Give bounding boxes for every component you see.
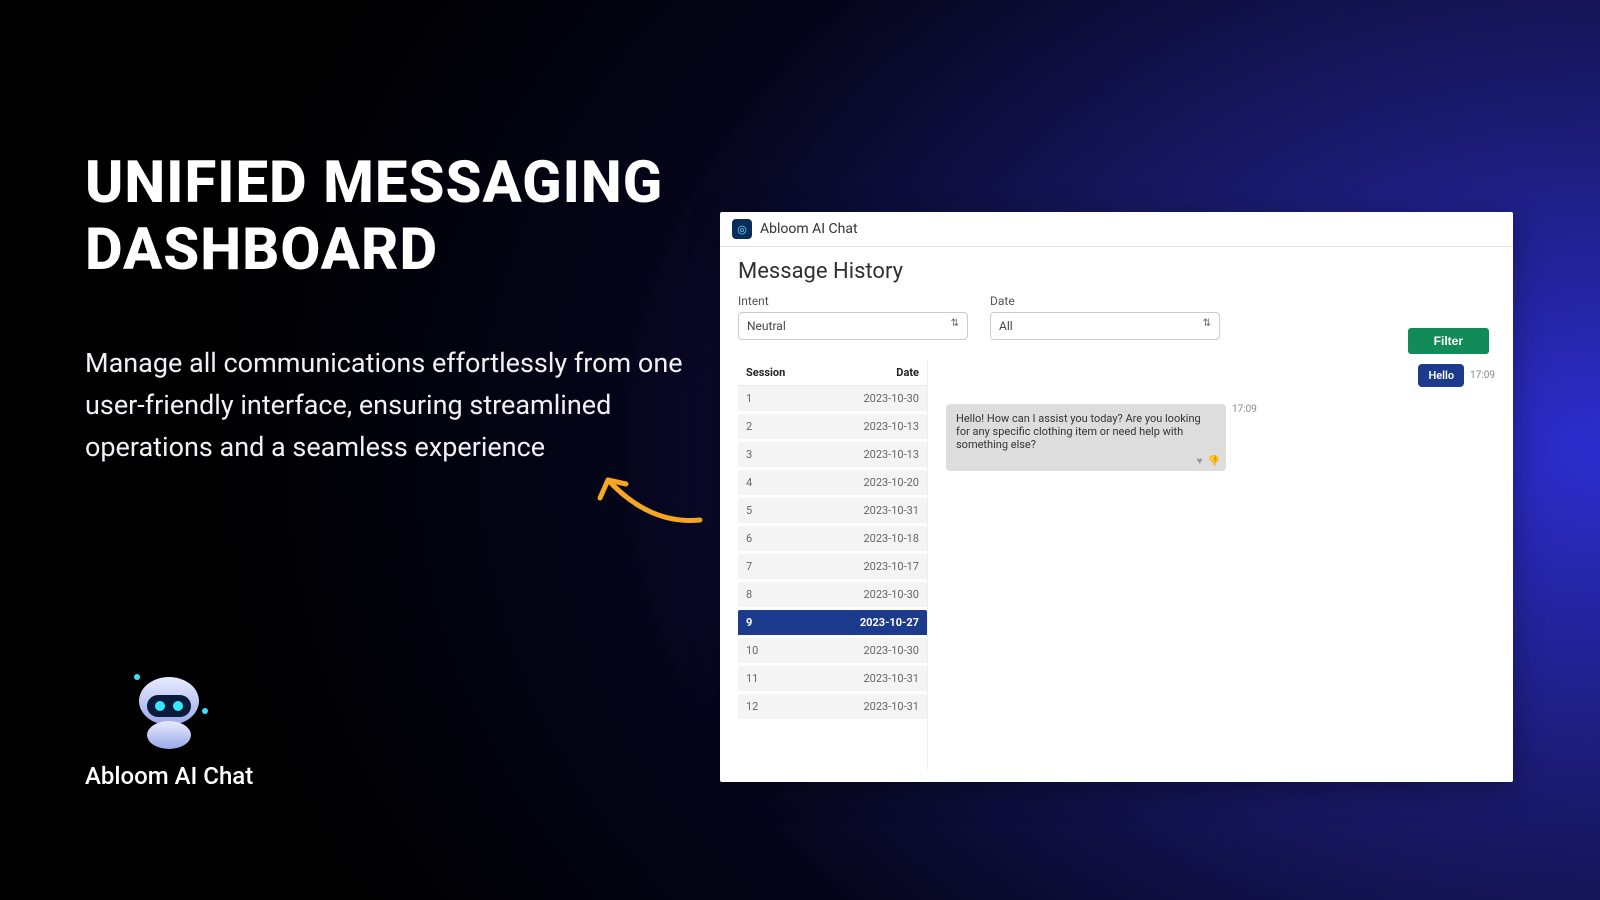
app-name: Abloom AI Chat — [760, 221, 858, 237]
table-row[interactable]: 12 2023-10-31 — [738, 694, 927, 722]
cell-session: 6 — [746, 532, 752, 545]
filter-button[interactable]: Filter — [1408, 328, 1489, 354]
hero-subtitle: Manage all communications effortlessly f… — [85, 343, 685, 469]
cell-date: 2023-10-30 — [863, 392, 919, 405]
user-time: 17:09 — [1470, 370, 1495, 381]
table-row[interactable]: 3 2023-10-13 — [738, 442, 927, 470]
app-panel: ◎ Abloom AI Chat Message History Intent … — [720, 212, 1513, 782]
col-session: Session — [746, 366, 785, 379]
table-row[interactable]: 9 2023-10-27 — [738, 610, 927, 638]
filters-row: Intent Neutral ⇅ Date All ⇅ Filter — [720, 294, 1513, 360]
cell-session: 2 — [746, 420, 752, 433]
app-logo-icon: ◎ — [732, 219, 752, 239]
brand-label: Abloom AI Chat — [85, 762, 253, 790]
page-title: Message History — [720, 247, 1513, 294]
sessions-table: Session Date 1 2023-10-30 2 2023-10-13 3 2023… — [738, 360, 928, 770]
cell-session: 7 — [746, 560, 752, 573]
cell-session: 3 — [746, 448, 752, 461]
cell-session: 9 — [746, 616, 752, 629]
table-row[interactable]: 11 2023-10-31 — [738, 666, 927, 694]
intent-select[interactable]: Neutral ⇅ — [738, 312, 968, 340]
hero: UNIFIED MESSAGING DASHBOARD Manage all c… — [85, 150, 685, 469]
table-row[interactable]: 7 2023-10-17 — [738, 554, 927, 582]
date-filter-group: Date All ⇅ — [990, 294, 1220, 340]
cell-session: 5 — [746, 504, 752, 517]
chat-pane: Hello 17:09 Hello! How can I assist you … — [946, 360, 1495, 770]
cell-date: 2023-10-13 — [863, 448, 919, 461]
cell-date: 2023-10-30 — [863, 588, 919, 601]
date-select-value: All — [999, 319, 1013, 333]
intent-select-value: Neutral — [747, 319, 786, 333]
cell-date: 2023-10-27 — [860, 616, 919, 629]
table-row[interactable]: 8 2023-10-30 — [738, 582, 927, 610]
cell-date: 2023-10-20 — [863, 476, 919, 489]
chevron-updown-icon: ⇅ — [951, 319, 959, 329]
robot-mascot-icon — [119, 667, 219, 752]
user-bubble: Hello — [1418, 364, 1464, 387]
cell-session: 4 — [746, 476, 752, 489]
cell-session: 1 — [746, 392, 752, 405]
bot-time: 17:09 — [1232, 404, 1257, 415]
col-date: Date — [896, 366, 919, 379]
cell-date: 2023-10-30 — [863, 644, 919, 657]
cell-date: 2023-10-31 — [863, 672, 919, 685]
chat-bot-message: Hello! How can I assist you today? Are y… — [946, 404, 1257, 471]
cell-session: 12 — [746, 700, 758, 713]
cell-date: 2023-10-17 — [863, 560, 919, 573]
table-row[interactable]: 6 2023-10-18 — [738, 526, 927, 554]
table-row[interactable]: 10 2023-10-30 — [738, 638, 927, 666]
bot-bubble: Hello! How can I assist you today? Are y… — [946, 404, 1226, 471]
table-row[interactable]: 1 2023-10-30 — [738, 386, 927, 414]
reaction-icons[interactable]: ♥ 👎 — [1197, 456, 1220, 467]
cell-date: 2023-10-31 — [863, 504, 919, 517]
table-row[interactable]: 4 2023-10-20 — [738, 470, 927, 498]
brand-block: Abloom AI Chat — [85, 667, 253, 790]
sessions-header-row: Session Date — [738, 360, 927, 386]
panel-header: ◎ Abloom AI Chat — [720, 212, 1513, 247]
bot-text: Hello! How can I assist you today? Are y… — [956, 412, 1201, 451]
intent-label: Intent — [738, 294, 968, 308]
cell-date: 2023-10-31 — [863, 700, 919, 713]
intent-filter-group: Intent Neutral ⇅ — [738, 294, 968, 340]
table-row[interactable]: 5 2023-10-31 — [738, 498, 927, 526]
chat-user-message: Hello 17:09 — [1418, 364, 1495, 387]
cell-date: 2023-10-18 — [863, 532, 919, 545]
cell-session: 8 — [746, 588, 752, 601]
chevron-updown-icon: ⇅ — [1203, 319, 1211, 329]
cell-session: 11 — [746, 672, 758, 685]
date-label: Date — [990, 294, 1220, 308]
cell-session: 10 — [746, 644, 758, 657]
hero-title: UNIFIED MESSAGING DASHBOARD — [85, 150, 685, 283]
cell-date: 2023-10-13 — [863, 420, 919, 433]
table-row[interactable]: 2 2023-10-13 — [738, 414, 927, 442]
curved-arrow-icon — [590, 470, 710, 530]
date-select[interactable]: All ⇅ — [990, 312, 1220, 340]
